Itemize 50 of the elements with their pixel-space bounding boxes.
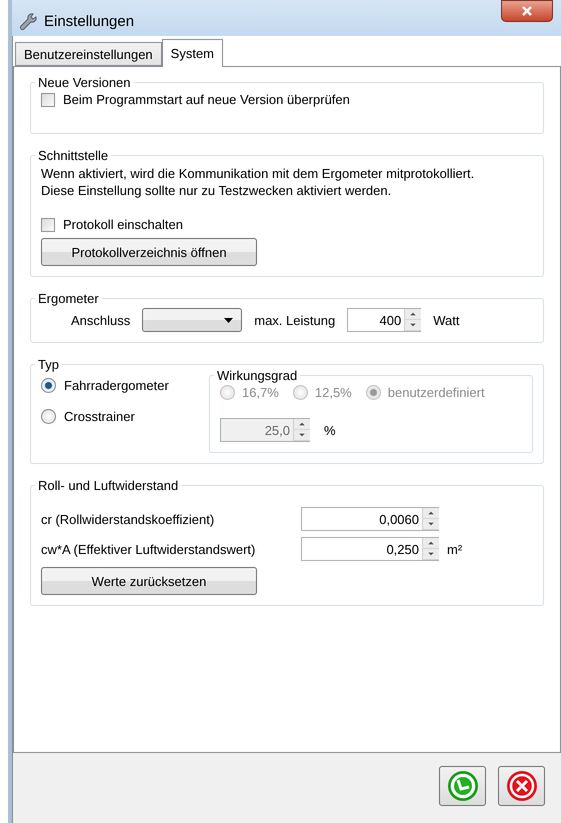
group-title: Typ [37,357,60,372]
spin-down-button[interactable] [294,430,310,441]
checkbox-label: Beim Programmstart auf neue Version überprüfen [63,92,350,107]
close-icon [521,6,533,16]
radio-button[interactable] [41,378,56,393]
spin-up-button[interactable] [405,309,422,320]
spin-up-button[interactable] [423,538,439,549]
tab[interactable]: Benutzereinstellungen [15,42,162,66]
group-title: Schnittstelle [37,148,110,163]
cancel-icon [506,770,538,802]
value-spinbox[interactable]: 0,250 [301,537,439,561]
radio-button[interactable] [41,409,56,424]
window-title: Einstellungen [44,12,134,30]
tab[interactable]: System [162,39,223,67]
caret-icon [224,318,234,322]
group-title: Neue Versionen [37,75,132,90]
radio-label: benutzerdefiniert [388,385,485,400]
power-label: max. Leistung [254,312,336,328]
unit-label: % [324,422,336,438]
port-dropdown[interactable] [142,308,242,332]
check-icon [446,770,478,802]
reset-values-button[interactable]: Werte zurücksetzen [41,567,257,595]
group-title: Wirkungsgrad [216,368,298,383]
description-text: Wenn aktiviert, wird die Kommunikation mit dem Ergometer mitprotokolliert. Diese Einstellung sollte nur zu Testzwecken aktiviert werden. [41,165,476,199]
wrench-icon [18,11,38,31]
port-label: Anschluss [71,312,130,328]
spin-up-button[interactable] [294,419,310,430]
unit-label: Watt [433,312,460,328]
spin-down-button[interactable] [423,549,439,560]
group-title: Ergometer [37,291,100,306]
spin-up-button[interactable] [423,508,439,519]
close-button[interactable] [501,0,553,22]
radio-label: 16,7% [242,385,279,400]
field-label: cw*A (Effektiver Luftwiderstandswert) [41,542,256,556]
group-title: Roll- und Luftwiderstand [37,478,180,493]
checkbox[interactable] [41,218,55,232]
spin-down-button[interactable] [423,519,439,530]
value-spinbox[interactable]: 0,0060 [301,507,439,531]
ok-button[interactable] [439,766,486,806]
field-label: cr (Rollwiderstandskoeffizient) [41,512,216,526]
radio-label: Crosstrainer [64,409,135,424]
checkbox[interactable] [41,92,55,106]
spin-down-button[interactable] [405,320,422,331]
checkbox-label: Protokoll einschalten [63,217,183,232]
radio-label: Fahrradergometer [64,378,169,393]
cancel-button[interactable] [498,766,545,806]
unit-label: m² [447,542,464,556]
radio-label: 12,5% [314,385,352,400]
power-spinbox[interactable]: 400 [347,308,422,332]
open-log-folder-button[interactable]: Protokollverzeichnis öffnen [41,238,257,266]
